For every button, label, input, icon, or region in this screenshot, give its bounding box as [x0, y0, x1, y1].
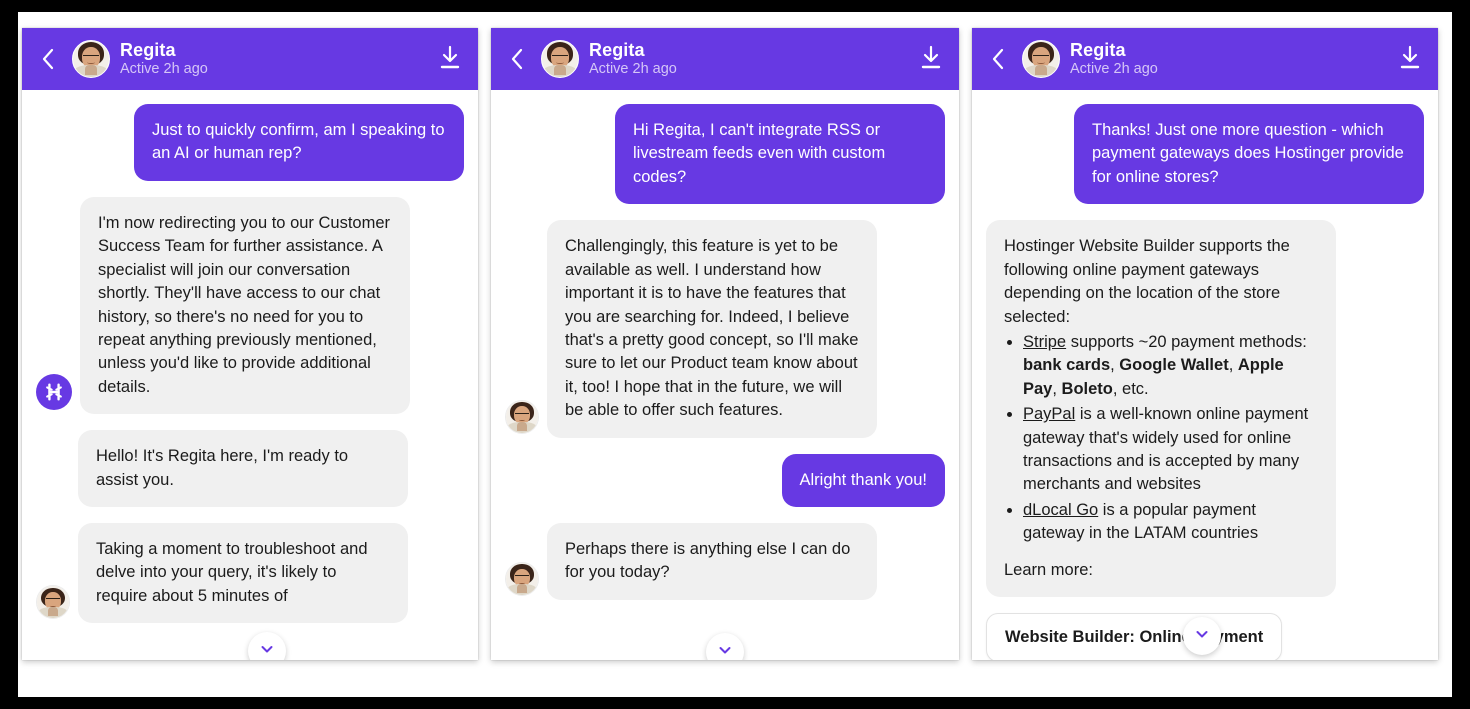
message-row: Thanks! Just one more question - which p… [986, 104, 1424, 205]
learn-more-label: Learn more: [1004, 560, 1093, 579]
chat-header: Regita Active 2h ago [972, 28, 1438, 90]
agent-info: Regita Active 2h ago [1070, 40, 1388, 77]
stripe-link[interactable]: Stripe [1023, 333, 1066, 351]
scroll-to-bottom-button[interactable] [1183, 617, 1221, 655]
download-transcript-button[interactable] [1398, 45, 1424, 73]
chat-panels-row: Regita Active 2h ago Just to quickly con… [18, 12, 1452, 697]
agent-info: Regita Active 2h ago [120, 40, 428, 77]
agent-info: Regita Active 2h ago [589, 40, 909, 77]
message-bubble-agent: Taking a moment to troubleshoot and delv… [78, 523, 408, 624]
chat-panel-3: Regita Active 2h ago Thanks! Just one mo… [972, 28, 1438, 660]
agent-name: Regita [1070, 40, 1126, 61]
bullet-0-after: , etc. [1112, 379, 1149, 398]
download-transcript-button[interactable] [919, 45, 945, 73]
chat-panel-2: Regita Active 2h ago Hi Regita, I can't … [491, 28, 959, 660]
chat-header: Regita Active 2h ago [22, 28, 478, 90]
message-bubble-agent: Hello! It's Regita here, I'm ready to as… [78, 430, 408, 508]
bullet-0-before: supports ~20 payment methods: [1066, 332, 1307, 351]
message-bubble-agent: I'm now redirecting you to our Customer … [80, 196, 410, 415]
message-row: Hi Regita, I can't integrate RSS or live… [505, 104, 945, 205]
hostinger-logo-avatar [36, 374, 72, 411]
agent-avatar[interactable] [72, 40, 110, 78]
agent-avatar-small [36, 585, 70, 620]
message-row: Taking a moment to troubleshoot and delv… [36, 523, 464, 624]
message-row: Hello! It's Regita here, I'm ready to as… [36, 430, 464, 508]
download-transcript-button[interactable] [438, 45, 464, 73]
message-list[interactable]: Hi Regita, I can't integrate RSS or live… [491, 90, 959, 660]
screenshot-frame: Regita Active 2h ago Just to quickly con… [18, 12, 1452, 697]
agent-status: Active 2h ago [120, 61, 208, 78]
message-list[interactable]: Thanks! Just one more question - which p… [972, 90, 1438, 660]
back-button[interactable] [34, 45, 62, 73]
answer-intro: Hostinger Website Builder supports the f… [1004, 237, 1290, 326]
download-icon [919, 45, 943, 75]
link-card[interactable]: Website Builder: Online payment [986, 613, 1283, 660]
agent-avatar[interactable] [1022, 40, 1060, 78]
agent-name: Regita [589, 40, 645, 61]
paypal-link[interactable]: PayPal [1023, 405, 1075, 423]
payment-gateway-list: Stripe supports ~20 payment methods: ban… [1004, 331, 1318, 546]
message-bubble-agent: Challengingly, this feature is yet to be… [547, 220, 877, 438]
chevron-left-icon [990, 47, 1006, 71]
bold-boleto: Boleto [1061, 379, 1113, 398]
agent-avatar-small [505, 561, 539, 596]
list-item: dLocal Go is a popular payment gateway i… [1023, 499, 1318, 546]
chevron-down-icon [717, 642, 733, 661]
message-row: Challengingly, this feature is yet to be… [505, 220, 945, 438]
avatar-face [73, 41, 109, 77]
back-button[interactable] [503, 45, 531, 73]
agent-status: Active 2h ago [589, 61, 677, 78]
bold-bank-cards: bank cards [1023, 356, 1111, 375]
message-row: Alright thank you! [505, 453, 945, 508]
message-row: Just to quickly confirm, am I speaking t… [36, 104, 464, 181]
agent-name: Regita [120, 40, 176, 61]
message-bubble-user: Alright thank you! [781, 453, 945, 508]
message-row: Hostinger Website Builder supports the f… [986, 220, 1424, 598]
bold-google-wallet: Google Wallet [1119, 356, 1229, 375]
agent-status: Active 2h ago [1070, 61, 1158, 78]
chevron-down-icon [1194, 626, 1210, 647]
list-item: Stripe supports ~20 payment methods: ban… [1023, 331, 1318, 401]
download-icon [1398, 45, 1422, 75]
chat-header: Regita Active 2h ago [491, 28, 959, 90]
message-bubble-user: Hi Regita, I can't integrate RSS or live… [615, 104, 945, 205]
message-list[interactable]: Just to quickly confirm, am I speaking t… [22, 90, 478, 660]
message-row: I'm now redirecting you to our Customer … [36, 196, 464, 415]
message-row: Perhaps there is anything else I can do … [505, 523, 945, 600]
agent-avatar[interactable] [541, 40, 579, 78]
message-bubble-user: Thanks! Just one more question - which p… [1074, 104, 1424, 205]
message-bubble-agent: Perhaps there is anything else I can do … [547, 523, 877, 600]
chevron-left-icon [40, 47, 56, 71]
message-bubble-user: Just to quickly confirm, am I speaking t… [134, 104, 464, 181]
dlocal-go-link[interactable]: dLocal Go [1023, 501, 1098, 519]
back-button[interactable] [984, 45, 1012, 73]
chat-panel-1: Regita Active 2h ago Just to quickly con… [22, 28, 478, 660]
message-bubble-agent: Hostinger Website Builder supports the f… [986, 220, 1336, 598]
download-icon [438, 45, 462, 75]
chevron-down-icon [259, 641, 275, 661]
chevron-left-icon [509, 47, 525, 71]
agent-avatar-small [505, 399, 539, 434]
list-item: PayPal is a well-known online payment ga… [1023, 403, 1318, 497]
